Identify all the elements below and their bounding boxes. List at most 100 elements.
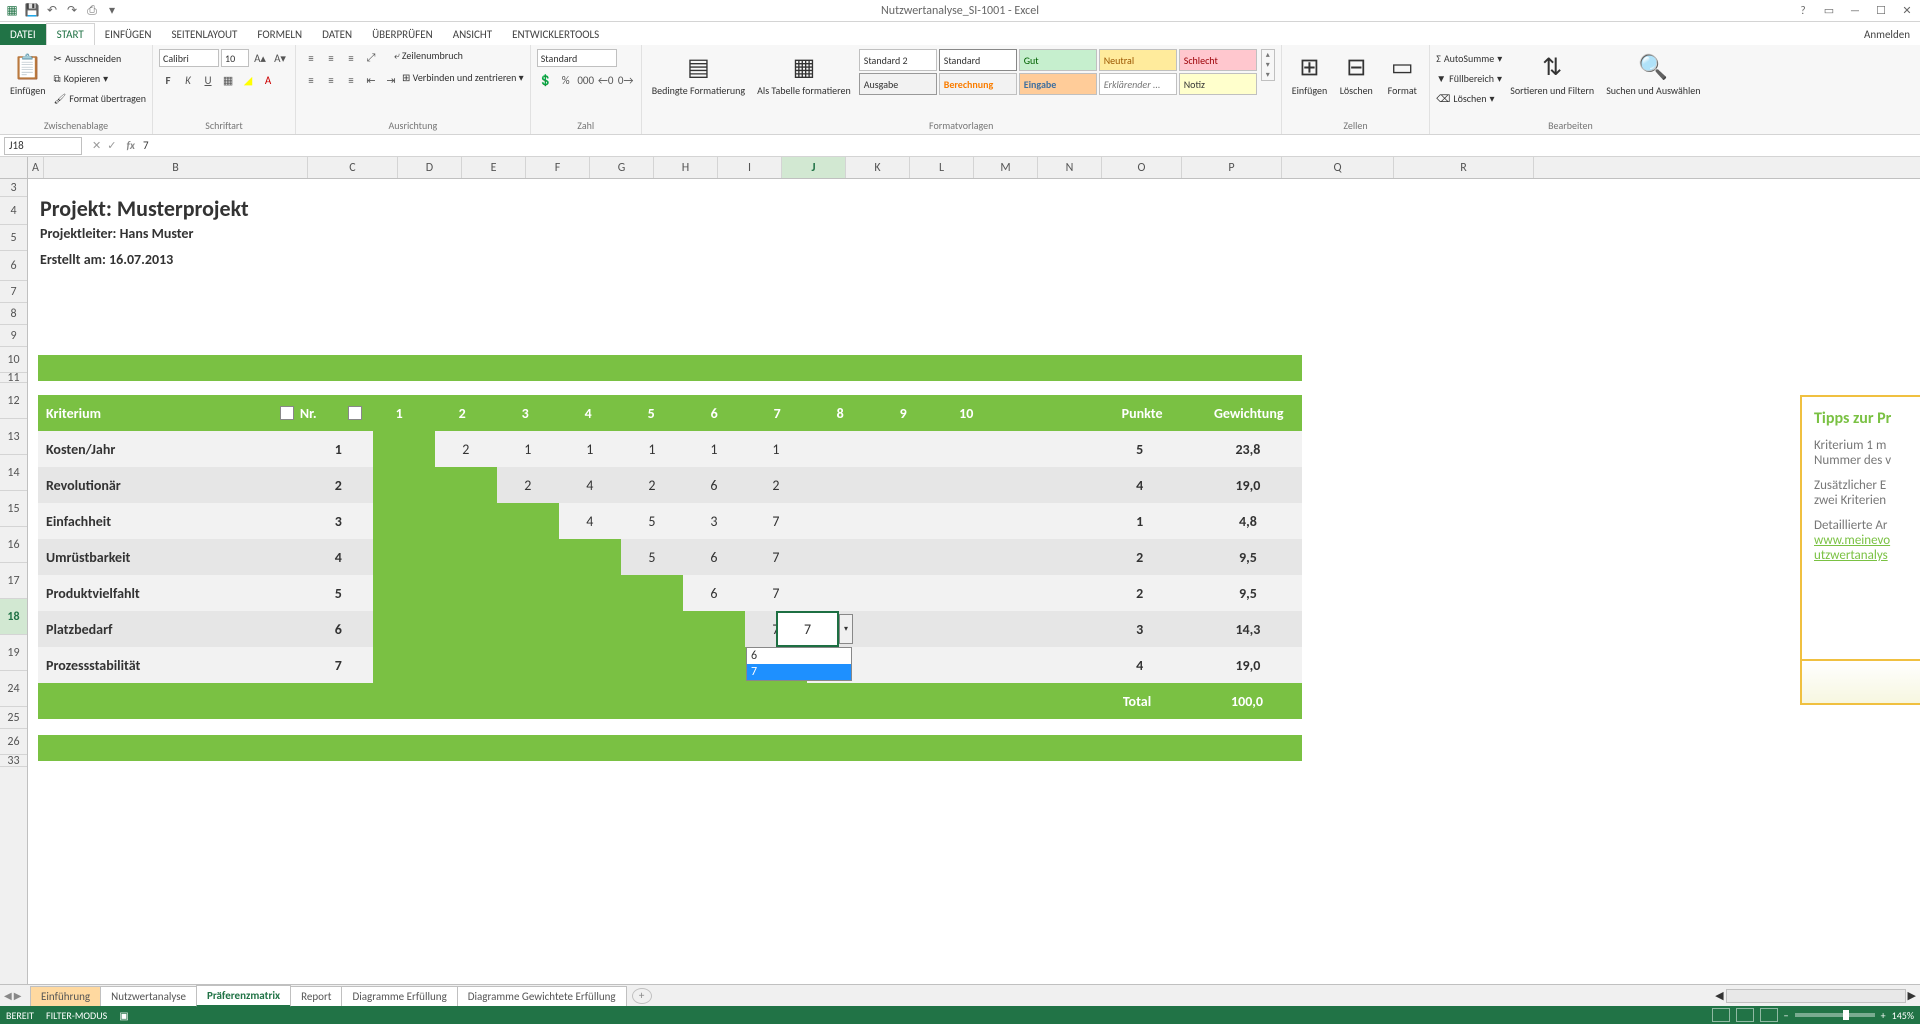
minimize-icon[interactable]: — <box>1846 4 1864 17</box>
tab-data[interactable]: DATEN <box>312 24 362 45</box>
find-select-button[interactable]: 🔍Suchen und Auswählen <box>1602 49 1704 98</box>
italic-icon[interactable]: K <box>179 71 197 89</box>
matrix-cell[interactable]: 1 <box>621 431 683 467</box>
row-headers[interactable]: 34567891011121314151617181924252633 <box>0 157 28 984</box>
matrix-cell[interactable]: 6 <box>683 575 745 611</box>
matrix-cell[interactable]: 7 <box>745 575 807 611</box>
column-header[interactable]: L <box>910 157 974 178</box>
dropdown-option[interactable]: 7 <box>747 664 851 680</box>
align-bottom-icon[interactable]: ≡ <box>342 49 360 67</box>
matrix-cell[interactable] <box>373 575 435 611</box>
row-header[interactable]: 14 <box>0 455 27 491</box>
matrix-cell[interactable] <box>931 467 993 503</box>
matrix-cell[interactable] <box>435 611 497 647</box>
sheet-tab[interactable]: Report <box>290 986 342 1006</box>
matrix-cell[interactable]: 1 <box>559 431 621 467</box>
indent-inc-icon[interactable]: ⇥ <box>382 71 400 89</box>
row-header[interactable]: 26 <box>0 729 27 755</box>
style-cell[interactable]: Eingabe <box>1019 73 1097 95</box>
save-icon[interactable]: 💾 <box>24 3 40 19</box>
matrix-cell[interactable] <box>621 647 683 683</box>
column-header[interactable]: J <box>782 157 846 178</box>
qat-icon[interactable]: ▾ <box>104 3 120 19</box>
style-cell[interactable]: Gut <box>1019 49 1097 71</box>
name-box[interactable]: J18 <box>4 137 82 155</box>
tab-review[interactable]: ÜBERPRÜFEN <box>362 24 443 45</box>
inc-decimal-icon[interactable]: ←0 <box>597 71 615 89</box>
row-header[interactable]: 7 <box>0 281 27 303</box>
add-sheet-button[interactable]: + <box>632 988 652 1004</box>
border-icon[interactable]: ▦ <box>219 71 237 89</box>
row-header[interactable]: 8 <box>0 303 27 325</box>
scroll-left-icon[interactable]: ◀ <box>1715 989 1723 1002</box>
row-header[interactable]: 17 <box>0 563 27 599</box>
column-header[interactable]: O <box>1102 157 1182 178</box>
column-header[interactable]: H <box>654 157 718 178</box>
matrix-cell[interactable] <box>435 467 497 503</box>
column-header[interactable]: F <box>526 157 590 178</box>
delete-cells-button[interactable]: ⊟Löschen <box>1335 49 1377 98</box>
qat-icon[interactable]: ⎙ <box>84 3 100 19</box>
clear-button[interactable]: ⌫ Löschen ▾ <box>1436 89 1502 107</box>
matrix-cell[interactable] <box>497 539 559 575</box>
tips-link[interactable]: www.meinevo <box>1814 533 1890 548</box>
matrix-cell[interactable] <box>373 431 435 467</box>
matrix-cell[interactable] <box>869 467 931 503</box>
cut-button[interactable]: ✂ Ausschneiden <box>54 49 146 67</box>
dec-decimal-icon[interactable]: 0→ <box>617 71 635 89</box>
column-header[interactable]: M <box>974 157 1038 178</box>
formula-input[interactable]: 7 <box>139 139 1920 152</box>
filter-icon[interactable]: ▾ <box>348 406 362 420</box>
matrix-cell[interactable] <box>807 539 869 575</box>
format-cells-button[interactable]: ▭Format <box>1381 49 1423 98</box>
matrix-cell[interactable]: 7 <box>745 503 807 539</box>
view-normal-icon[interactable] <box>1712 1008 1730 1022</box>
insert-cells-button[interactable]: ⊞Einfügen <box>1288 49 1332 98</box>
tab-formulas[interactable]: FORMELN <box>247 24 312 45</box>
row-header[interactable]: 6 <box>0 251 27 281</box>
signin-link[interactable]: Anmelden <box>1854 24 1920 45</box>
style-cell[interactable]: Erklärender ... <box>1099 73 1177 95</box>
font-color-icon[interactable]: A <box>259 71 277 89</box>
sheet-tab[interactable]: Nutzwertanalyse <box>100 986 197 1006</box>
styles-gallery[interactable]: Standard 2StandardGutNeutralSchlechtAusg… <box>859 49 1257 95</box>
matrix-cell[interactable] <box>621 611 683 647</box>
column-header[interactable]: R <box>1394 157 1534 178</box>
matrix-cell[interactable]: 5 <box>621 503 683 539</box>
matrix-cell[interactable] <box>931 431 993 467</box>
align-center-icon[interactable]: ≡ <box>322 71 340 89</box>
tab-file[interactable]: DATEI <box>0 24 46 45</box>
matrix-cell[interactable] <box>497 611 559 647</box>
wrap-text-button[interactable]: ⤶ Zeilenumbruch <box>394 49 463 67</box>
row-header[interactable]: 15 <box>0 491 27 527</box>
matrix-cell[interactable] <box>435 575 497 611</box>
matrix-cell[interactable] <box>807 503 869 539</box>
matrix-cell[interactable]: 4 <box>559 503 621 539</box>
sheet-tab[interactable]: Diagramme Erfüllung <box>341 986 457 1006</box>
matrix-cell[interactable] <box>435 647 497 683</box>
horizontal-scrollbar[interactable]: ◀ ▶ <box>1715 989 1920 1003</box>
active-cell[interactable]: 7 <box>776 611 839 647</box>
matrix-cell[interactable]: 2 <box>497 467 559 503</box>
indent-dec-icon[interactable]: ⇤ <box>362 71 380 89</box>
matrix-cell[interactable] <box>435 539 497 575</box>
matrix-cell[interactable] <box>869 431 931 467</box>
row-header[interactable]: 19 <box>0 635 27 671</box>
cancel-formula-icon[interactable]: ✕ <box>92 139 101 152</box>
column-header[interactable]: B <box>44 157 308 178</box>
row-header[interactable]: 3 <box>0 179 27 197</box>
row-header[interactable]: 24 <box>0 671 27 707</box>
matrix-cell[interactable] <box>373 647 435 683</box>
matrix-cell[interactable] <box>931 611 993 647</box>
format-painter-button[interactable]: 🖌 Format übertragen <box>54 89 146 107</box>
conditional-format-button[interactable]: ▤ Bedingte Formatierung <box>648 49 749 98</box>
fill-button[interactable]: ▼ Füllbereich ▾ <box>1436 69 1502 87</box>
format-as-table-button[interactable]: ▦ Als Tabelle formatieren <box>753 49 855 98</box>
matrix-cell[interactable] <box>497 575 559 611</box>
matrix-cell[interactable] <box>931 539 993 575</box>
bold-icon[interactable]: F <box>159 71 177 89</box>
ribbon-toggle-icon[interactable]: ▭ <box>1820 4 1838 17</box>
row-header[interactable]: 13 <box>0 419 27 455</box>
matrix-cell[interactable] <box>373 467 435 503</box>
column-header[interactable]: N <box>1038 157 1102 178</box>
